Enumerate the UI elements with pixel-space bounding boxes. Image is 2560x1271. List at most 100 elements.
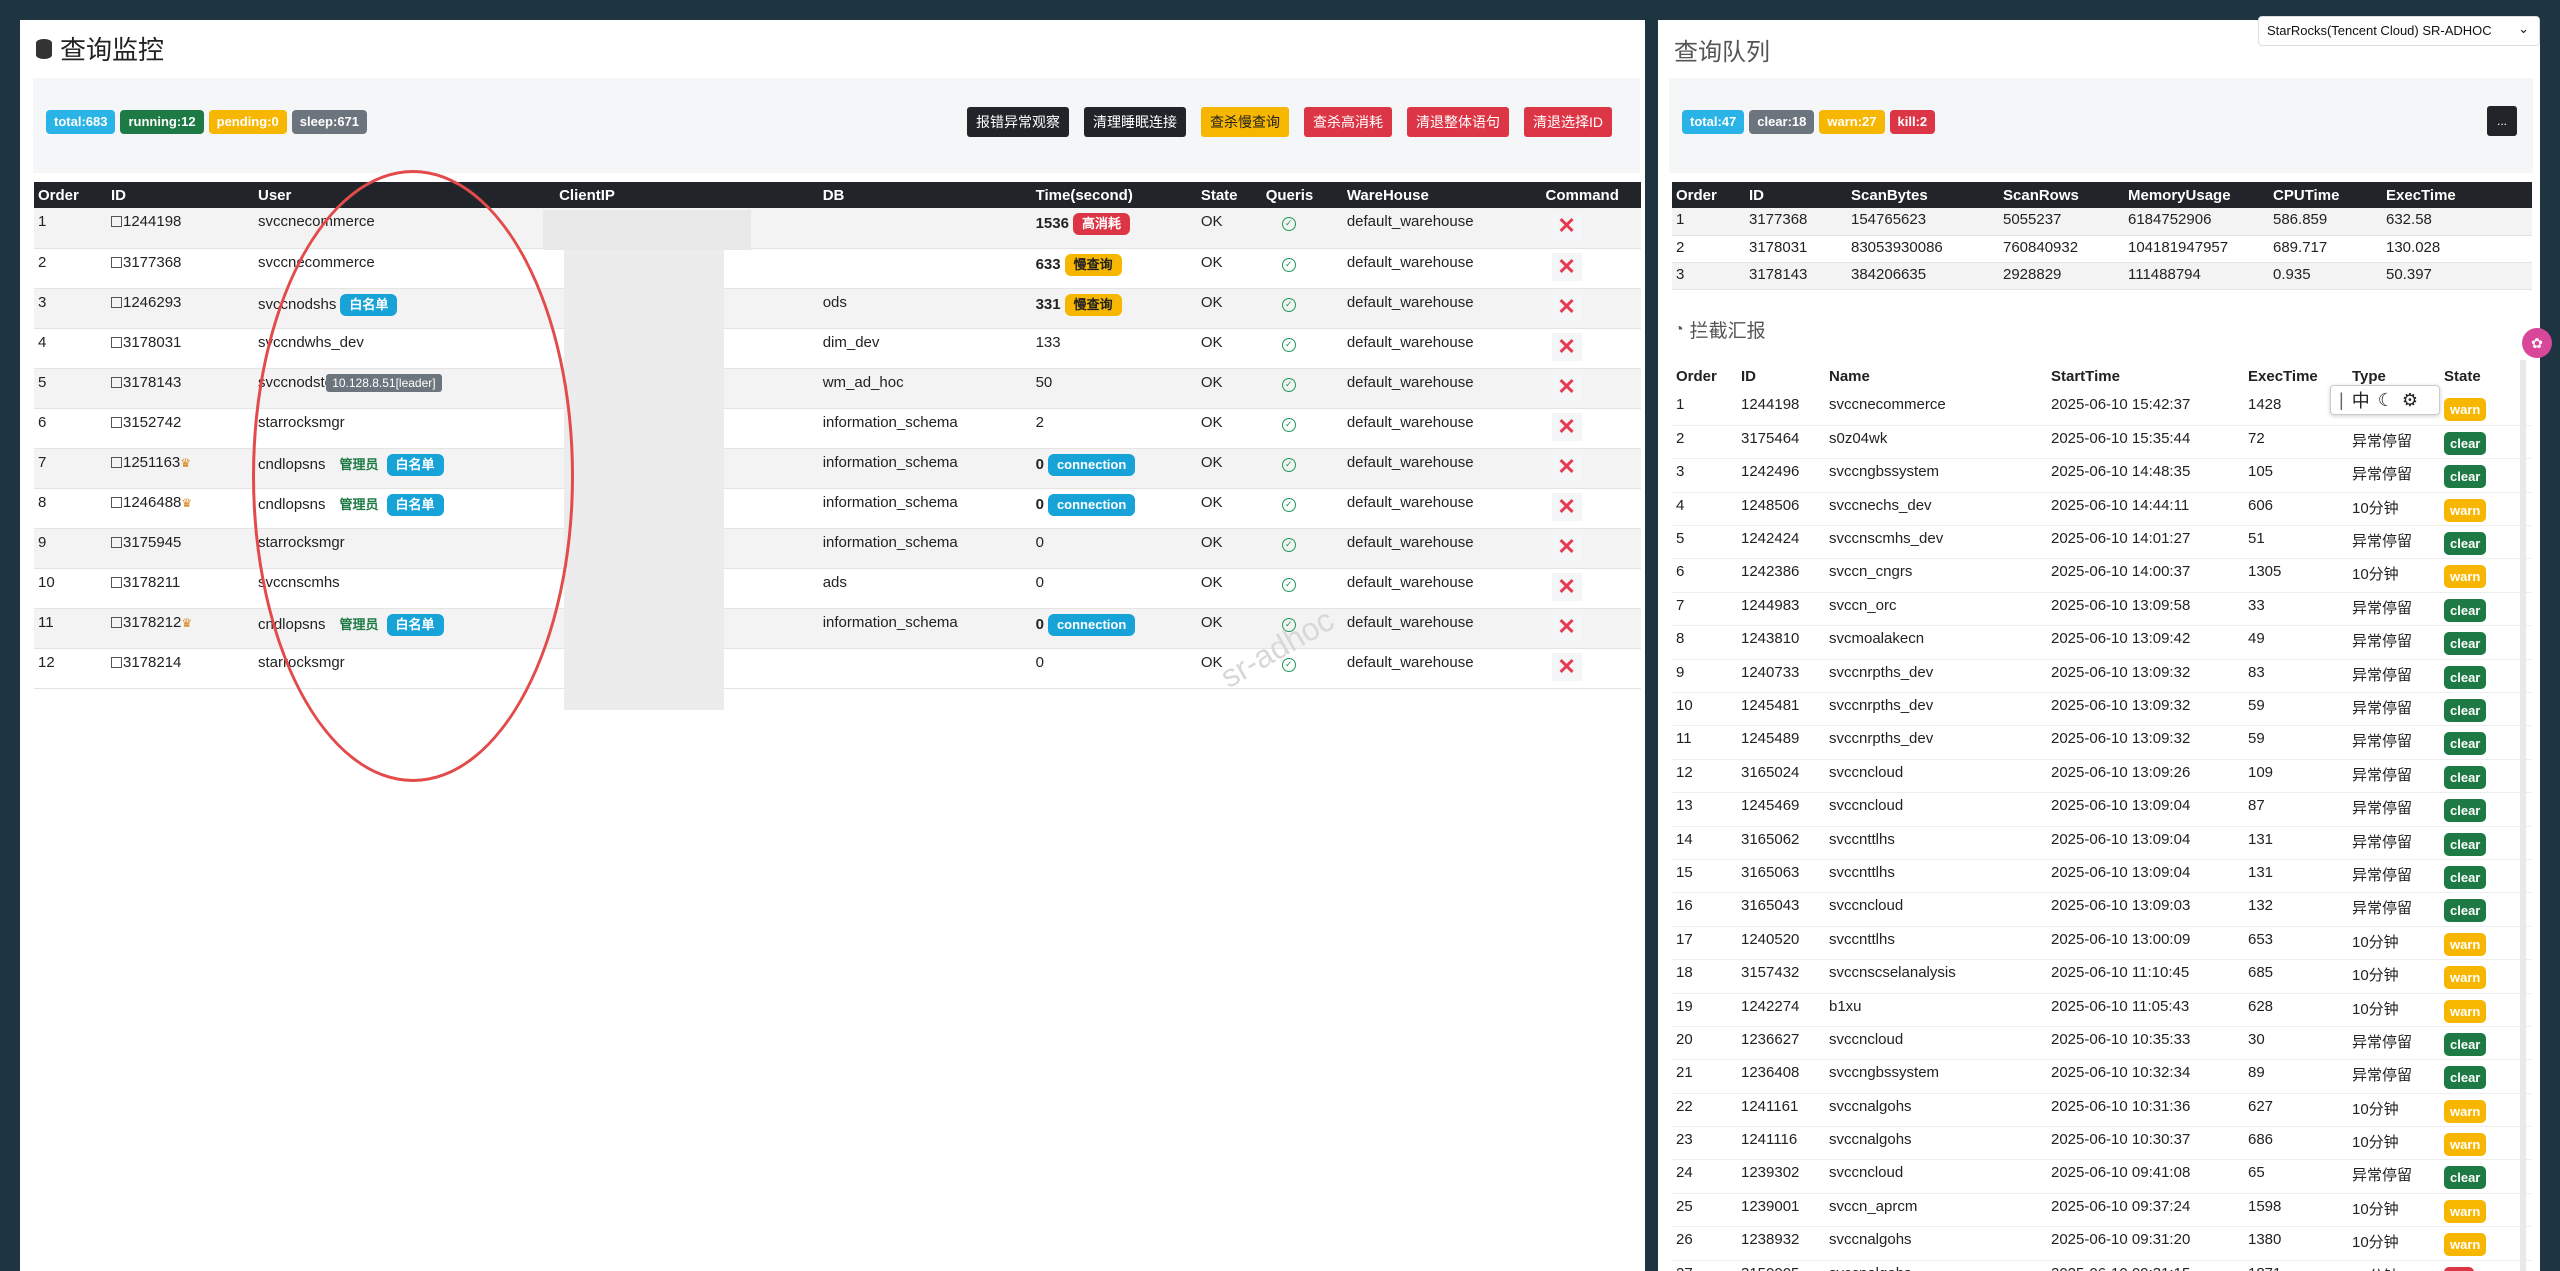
check-circle-icon[interactable]: ✓ (1281, 297, 1296, 312)
command-cell: ✕ (1542, 648, 1641, 688)
kill-query-button[interactable]: ✕ (1551, 412, 1582, 441)
row-checkbox[interactable] (110, 456, 122, 468)
queue-toolbar: total:47 clear:18 warn:27 kill:2 ... (1669, 78, 2533, 173)
queue-count-badge: warn:27 (1819, 110, 1885, 134)
masked-ip (543, 210, 751, 250)
intercept-row: 19 1242274 b1xu 2025-06-10 11:05:43 628 10分钟 w… (1672, 993, 2532, 1027)
intercept-cell: 异常停留 (2352, 833, 2413, 851)
check-circle-icon[interactable]: ✓ (1281, 537, 1296, 552)
check-circle-icon[interactable]: ✓ (1281, 257, 1296, 272)
intercept-cell: svccnrpths_dev (1829, 697, 1934, 715)
command-cell: ✕ (1542, 328, 1641, 368)
row-checkbox[interactable] (110, 656, 122, 668)
state-cell: clear (2440, 626, 2532, 659)
intercept-cell: 异常停留 (2352, 466, 2413, 484)
intercept-row: 15 3165063 svccnttlhs 2025-06-10 13:09:04 13… (1672, 859, 2532, 893)
check-circle-icon[interactable]: ✓ (1281, 577, 1296, 592)
row-checkbox[interactable] (110, 576, 122, 588)
queue-table: Order ID ScanBytes ScanRows MemoryUsage CPUTi… (1672, 182, 2532, 290)
command-cell: ✕ (1542, 608, 1641, 648)
intercept-cell: 10分钟 (2352, 1000, 2399, 1018)
check-circle-icon[interactable]: ✓ (1281, 457, 1296, 472)
kill-query-button[interactable]: ✕ (1551, 572, 1582, 601)
kill-query-button[interactable]: ✕ (1551, 212, 1582, 240)
action-button[interactable]: 查杀高消耗 (1304, 107, 1392, 137)
row-checkbox[interactable] (110, 616, 122, 628)
more-button[interactable]: ... (2486, 106, 2517, 136)
check-circle-icon[interactable]: ✓ (1281, 417, 1296, 432)
queris-cell: ✓ (1262, 408, 1343, 448)
action-button[interactable]: 查杀慢查询 (1201, 107, 1289, 137)
kill-query-button[interactable]: ✕ (1551, 372, 1582, 401)
kill-query-button[interactable]: ✕ (1551, 652, 1582, 681)
queris-cell: ✓ (1262, 208, 1343, 248)
intercept-cell: 3 (1676, 463, 1685, 481)
time-tag: 高消耗 (1072, 213, 1130, 235)
row-checkbox[interactable] (110, 496, 122, 508)
gear-icon[interactable]: ⚙ (2402, 390, 2418, 411)
check-circle-icon[interactable]: ✓ (1281, 497, 1296, 512)
intercept-row: 21 1236408 svccngbssystem 2025-06-10 10:32:… (1672, 1060, 2532, 1094)
intercept-row: 17 1240520 svccnttlhs 2025-06-10 13:00:09 65… (1672, 926, 2532, 960)
kill-query-button[interactable]: ✕ (1551, 492, 1582, 521)
intercept-cell: 606 (2248, 496, 2274, 514)
check-circle-icon[interactable]: ✓ (1281, 337, 1296, 352)
kill-query-button[interactable]: ✕ (1551, 532, 1582, 561)
assistant-avatar-icon[interactable]: ✿ (2522, 328, 2552, 358)
action-button[interactable]: 报错异常观察 (967, 107, 1069, 137)
kill-query-button[interactable]: ✕ (1551, 612, 1582, 641)
intercept-cell: svccnrpths_dev (1829, 730, 1934, 748)
scrollbar[interactable] (2520, 360, 2526, 1271)
intercept-cell: svccnalgohs (1825, 1260, 2047, 1271)
moon-icon[interactable]: ☾ (2378, 390, 2394, 411)
intercept-cell: 1240520 (1741, 930, 1800, 948)
order-cell: 3 (38, 293, 47, 311)
check-circle-icon[interactable]: ✓ (1281, 377, 1296, 392)
ime-toolbar[interactable]: | 中 ☾ ⚙ (2330, 385, 2440, 415)
intercept-cell: 2025-06-10 09:37:24 (2051, 1197, 2191, 1215)
action-button[interactable]: 清退选择ID (1524, 107, 1612, 137)
cluster-select[interactable]: StarRocks(Tencent Cloud) SR-ADHOC ⌄ (2258, 16, 2540, 46)
ime-mode[interactable]: 中 (2352, 387, 2370, 413)
intercept-cell: 65 (2248, 1164, 2265, 1182)
intercept-cell: 1241161 (1741, 1097, 1799, 1115)
kill-query-button[interactable]: ✕ (1551, 332, 1582, 361)
state-badge: clear (2444, 1032, 2487, 1056)
intercept-cell: 4 (1676, 496, 1685, 514)
row-checkbox[interactable] (110, 256, 122, 268)
annotation-circle (252, 170, 574, 782)
row-checkbox[interactable] (110, 416, 122, 428)
intercept-cell: 1242424 (1741, 530, 1800, 548)
queris-cell: ✓ (1262, 368, 1343, 408)
time-value: 0 (1035, 653, 1044, 671)
intercept-cell: svcmoalakecn (1829, 630, 1925, 648)
row-checkbox[interactable] (110, 376, 122, 388)
time-cell: 50 (1032, 368, 1197, 408)
intercept-cell: 2025-06-10 14:00:37 (2051, 563, 2191, 581)
check-circle-icon[interactable]: ✓ (1281, 217, 1296, 231)
action-buttons: 报错异常观察 清理睡眠连接 查杀慢查询 查杀高消耗 清退整体语句 清退选择ID (967, 107, 1612, 137)
intercept-cell: 17 (1676, 930, 1693, 948)
state-badge: warn (2444, 1233, 2487, 1257)
order-cell: 1 (38, 213, 47, 230)
intercept-row: 22 1241161 svccnalgohs 2025-06-10 10:31:36 6… (1672, 1093, 2532, 1127)
intercept-cell: svccngbssystem (1829, 1064, 1940, 1082)
intercept-cell: 105 (2248, 463, 2274, 481)
state-badge: warn (2444, 565, 2487, 589)
row-checkbox[interactable] (110, 216, 122, 227)
id-value: 1246488 (122, 493, 182, 511)
kill-query-button[interactable]: ✕ (1551, 252, 1582, 281)
row-checkbox[interactable] (110, 336, 122, 348)
state-badge: clear (2444, 431, 2487, 455)
db-cell (819, 248, 1032, 288)
kill-query-button[interactable]: ✕ (1551, 452, 1582, 481)
kill-query-button[interactable]: ✕ (1551, 292, 1582, 321)
action-button[interactable]: 清退整体语句 (1407, 107, 1509, 137)
intercept-cell: 1598 (2248, 1197, 2282, 1215)
row-checkbox[interactable] (110, 296, 122, 308)
state-cell: OK (1200, 413, 1223, 431)
intercept-cell: 2025-06-10 13:09:04 (2051, 863, 2191, 881)
count-badge: sleep:671 (291, 110, 368, 134)
row-checkbox[interactable] (110, 536, 122, 548)
action-button[interactable]: 清理睡眠连接 (1084, 107, 1186, 137)
